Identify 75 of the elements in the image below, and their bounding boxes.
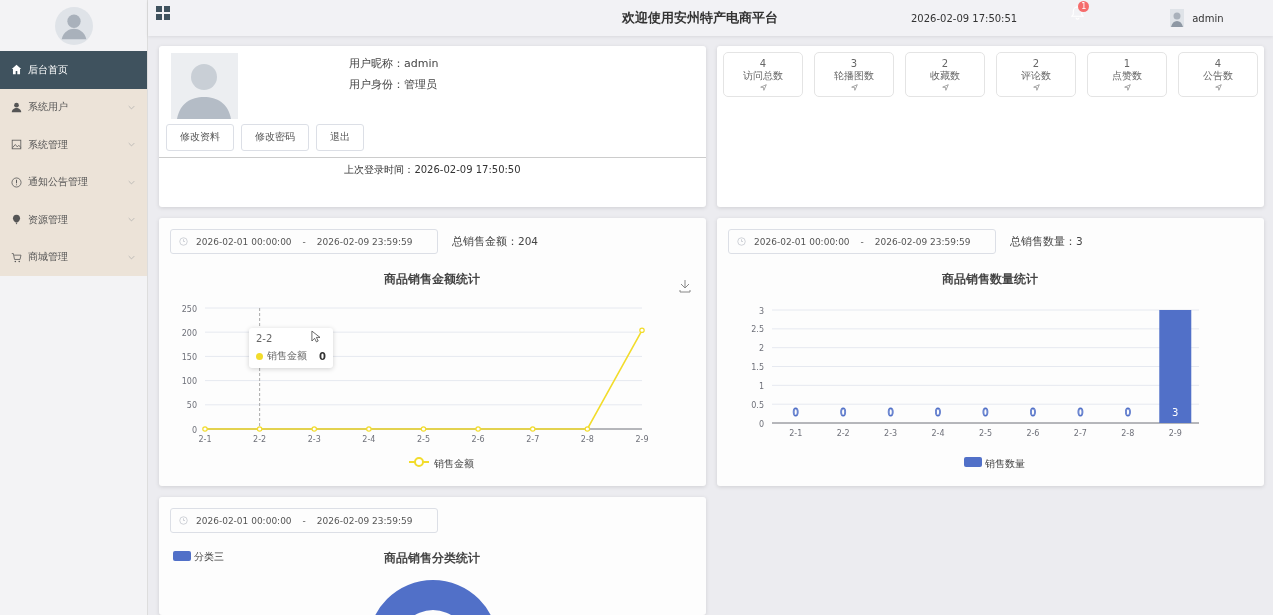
bar-value-label: 0 [840, 407, 847, 418]
stat-label: 公告数 [1203, 70, 1233, 82]
range-start-text: 2026-02-01 00:00:00 [196, 236, 292, 247]
y-tick-label: 1.5 [751, 363, 764, 372]
chart-title: 商品销售金额统计 [384, 272, 480, 286]
notification-badge: 1 [1078, 1, 1090, 12]
chart-title: 商品销售分类统计 [384, 551, 480, 565]
range-separator: - [860, 236, 864, 247]
y-tick-label: 50 [186, 401, 197, 411]
x-tick-label: 2-3 [307, 435, 321, 444]
y-tick-label: 150 [181, 352, 197, 362]
bar-value-label: 0 [1124, 407, 1131, 418]
range-start-text: 2026-02-01 00:00:00 [196, 515, 292, 526]
y-tick-label: 2.5 [751, 325, 764, 335]
bar-value-label: 0 [1029, 407, 1037, 418]
y-tick-label: 0.5 [751, 400, 764, 410]
range-end-text: 2026-02-09 23:59:59 [874, 236, 971, 247]
tooltip-category: 2-2 [256, 333, 273, 344]
bar-value-label: 3 [1172, 407, 1179, 418]
total-text: 总销售金额：204 [452, 234, 539, 249]
x-tick-label: 2-2 [836, 429, 850, 438]
x-tick-label: 2-5 [978, 429, 993, 438]
bar-value-label: 0 [887, 407, 894, 418]
x-tick-label: 2-2 [253, 435, 267, 444]
bar-value-label: 0 [1077, 407, 1084, 418]
x-tick-label: 2-8 [1121, 429, 1135, 438]
bar-value-label: 0 [792, 407, 799, 418]
range-separator: - [302, 236, 306, 247]
stat-value: 2 [941, 58, 949, 70]
bar-value-label: 0 [982, 407, 989, 418]
stat-value: 4 [1214, 58, 1222, 70]
tooltip-value: 0 [319, 350, 326, 362]
role-text: 用户身份：管理员 [349, 77, 438, 92]
stat-label: 轮播图数 [834, 70, 874, 82]
x-tick-label: 2-1 [198, 435, 212, 444]
y-tick-label: 0 [191, 425, 197, 435]
x-tick-label: 2-3 [884, 429, 898, 438]
stat-value: 3 [850, 58, 858, 70]
x-tick-label: 2-7 [1073, 429, 1087, 438]
x-tick-label: 2-7 [526, 435, 540, 444]
tooltip-series-name: 销售金额 [267, 349, 307, 363]
stat-label: 收藏数 [930, 70, 960, 82]
y-tick-label: 200 [181, 328, 197, 338]
x-tick-label: 2-5 [416, 435, 431, 444]
y-tick-label: 100 [181, 377, 197, 387]
range-separator: - [302, 515, 306, 526]
stat-label: 点赞数 [1112, 70, 1142, 82]
y-tick-label: 1 [758, 381, 764, 391]
x-tick-label: 2-6 [471, 435, 485, 444]
stat-value: 1 [1123, 58, 1131, 70]
x-tick-label: 2-4 [931, 429, 945, 438]
range-end-text: 2026-02-09 23:59:59 [316, 236, 413, 247]
y-tick-label: 3 [758, 306, 764, 316]
y-tick-label: 0 [758, 419, 764, 429]
x-tick-label: 2-6 [1026, 429, 1040, 438]
nickname-text: 用户昵称：admin [349, 56, 439, 71]
stat-label: 评论数 [1021, 70, 1051, 82]
x-tick-label: 2-9 [635, 435, 649, 444]
y-tick-label: 250 [181, 304, 197, 314]
last-login-text: 上次登录时间：2026-02-09 17:50:50 [344, 164, 521, 175]
bar-value-label: 0 [934, 407, 942, 418]
x-tick-label: 2-1 [789, 429, 803, 438]
stat-label: 访问总数 [743, 70, 783, 82]
x-tick-label: 2-9 [1168, 429, 1182, 438]
range-start-text: 2026-02-01 00:00:00 [754, 236, 850, 247]
range-end-text: 2026-02-09 23:59:59 [316, 515, 413, 526]
current-datetime: 2026-02-09 17:50:51 [911, 12, 1018, 24]
x-tick-label: 2-8 [580, 435, 594, 444]
x-tick-label: 2-4 [362, 435, 376, 444]
site-title: 欢迎使用安州特产电商平台 [622, 9, 778, 27]
stat-value: 2 [1032, 58, 1040, 70]
stat-value: 4 [759, 58, 767, 70]
total-text: 总销售数量：3 [1010, 234, 1083, 249]
chart-title: 商品销售数量统计 [942, 272, 1038, 286]
y-tick-label: 2 [758, 344, 764, 354]
